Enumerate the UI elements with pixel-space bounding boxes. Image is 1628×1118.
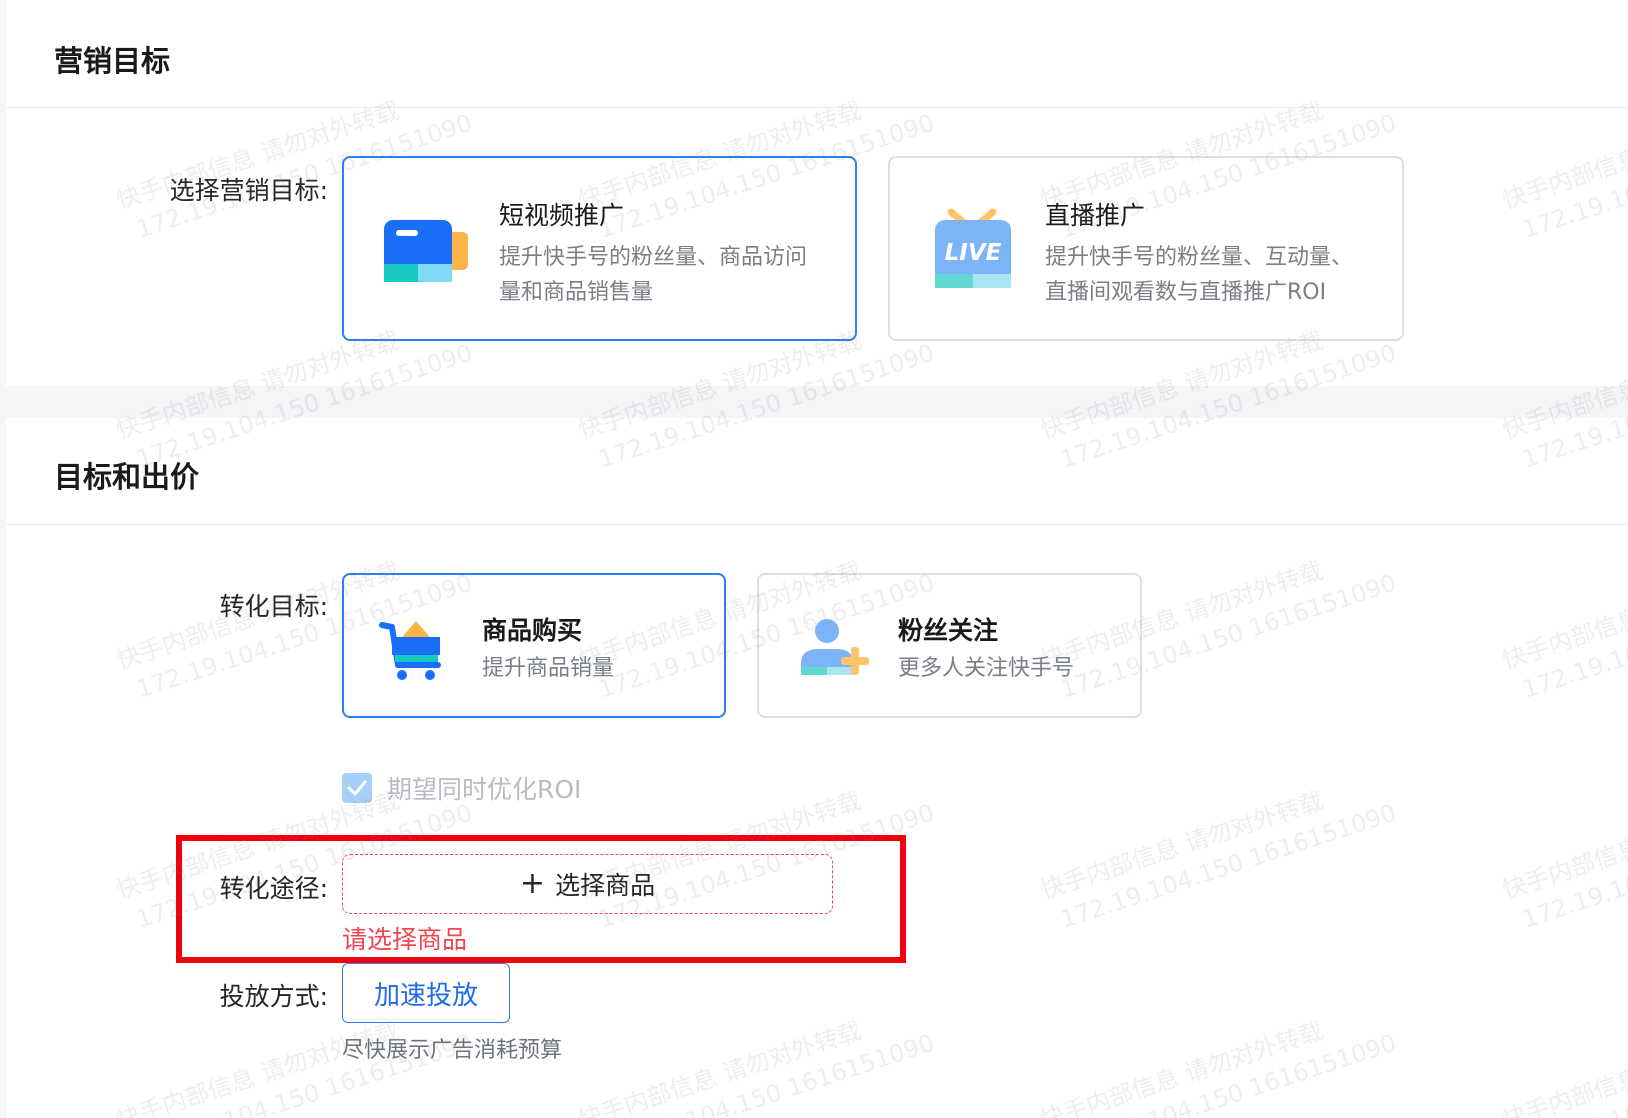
roi-checkbox-label: 期望同时优化ROI: [387, 775, 582, 804]
roi-checkbox[interactable]: [342, 773, 372, 803]
short-video-desc-line1: 提升快手号的粉丝量、商品访问: [499, 245, 808, 270]
live-tv-icon: LIVE: [935, 208, 1011, 292]
select-product-label: 选择商品: [555, 871, 656, 900]
purchase-title: 商品购买: [482, 616, 583, 645]
shopping-cart-icon: [378, 615, 444, 685]
conversion-option-follow[interactable]: 粉丝关注 更多人关注快手号: [757, 573, 1142, 718]
accelerated-delivery-button[interactable]: 加速投放: [342, 963, 510, 1023]
marketing-goal-title: 营销目标: [54, 44, 171, 78]
add-follower-icon: [797, 617, 869, 683]
conversion-option-purchase[interactable]: 商品购买 提升商品销量: [342, 573, 726, 718]
live-desc-line1: 提升快手号的粉丝量、互动量、: [1045, 245, 1354, 270]
conversion-goal-label: 转化目标:: [219, 592, 328, 621]
delivery-mode-label: 投放方式:: [219, 982, 328, 1011]
section-divider: [6, 107, 1628, 108]
plus-icon: +: [519, 866, 546, 901]
short-video-desc-line2: 量和商品销售量: [499, 280, 654, 305]
follow-title: 粉丝关注: [898, 616, 999, 645]
conversion-path-label: 转化途径:: [219, 874, 328, 903]
follow-desc: 更多人关注快手号: [898, 656, 1075, 681]
marketing-option-short-video[interactable]: 短视频推广 提升快手号的粉丝量、商品访问 量和商品销售量: [342, 156, 857, 341]
select-product-error: 请选择商品: [342, 925, 468, 954]
video-camera-icon: [384, 216, 470, 286]
purchase-desc: 提升商品销量: [482, 656, 615, 681]
live-title: 直播推广: [1045, 201, 1146, 230]
live-desc-line2: 直播间观看数与直播推广ROI: [1045, 280, 1327, 305]
roi-checkbox-row[interactable]: 期望同时优化ROI: [342, 770, 581, 806]
goal-bid-section: 目标和出价: [6, 418, 1628, 1118]
short-video-title: 短视频推广: [499, 201, 625, 230]
goal-bid-title: 目标和出价: [54, 460, 200, 494]
select-marketing-goal-label: 选择营销目标:: [169, 176, 328, 205]
checkmark-icon: [347, 780, 367, 796]
select-product-button[interactable]: + 选择商品: [342, 854, 833, 914]
delivery-hint: 尽快展示广告消耗预算: [342, 1038, 563, 1063]
marketing-option-live[interactable]: LIVE 直播推广 提升快手号的粉丝量、互动量、 直播间观看数与直播推广ROI: [888, 156, 1404, 341]
live-badge-text: LIVE: [945, 240, 1002, 266]
section-divider: [6, 524, 1628, 525]
